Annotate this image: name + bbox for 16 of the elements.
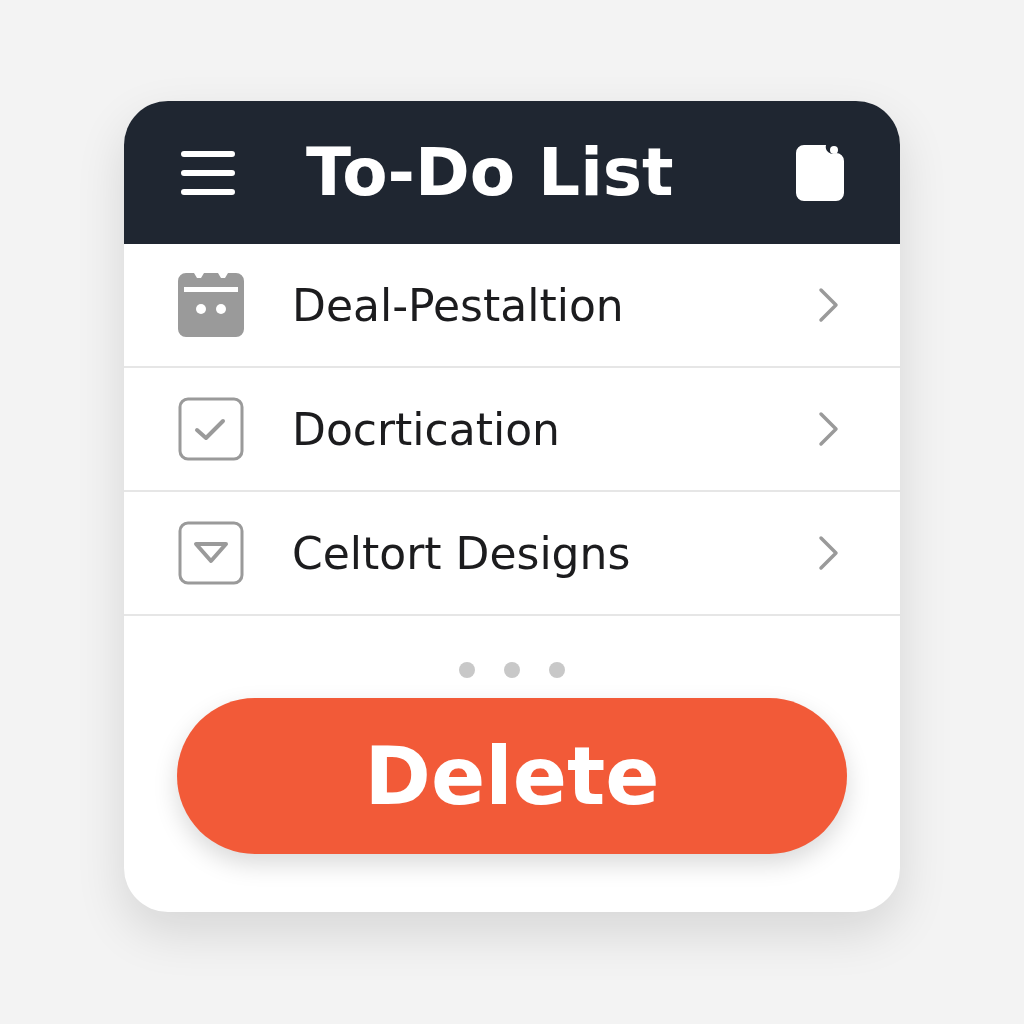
chevron-icon <box>818 411 840 447</box>
note-icon[interactable] <box>796 144 844 201</box>
calendar-icon <box>178 273 244 337</box>
list-item[interactable]: Deal-Pestaltion <box>124 244 900 366</box>
app-title: To-Do List <box>305 134 675 211</box>
menu-icon[interactable] <box>180 149 236 196</box>
item-label: Docrtication <box>292 403 561 455</box>
chevron-icon <box>818 535 840 571</box>
chevron-icon <box>818 287 840 323</box>
checkbox-icon <box>178 397 244 461</box>
list-item[interactable]: Celtort Designs <box>124 492 900 614</box>
list-item[interactable]: Docrtication <box>124 368 900 490</box>
item-label: Celtort Designs <box>292 527 632 579</box>
dropdown-icon <box>178 521 244 585</box>
pager-dots-icon <box>459 662 565 678</box>
item-label: Deal-Pestaltion <box>292 279 625 331</box>
